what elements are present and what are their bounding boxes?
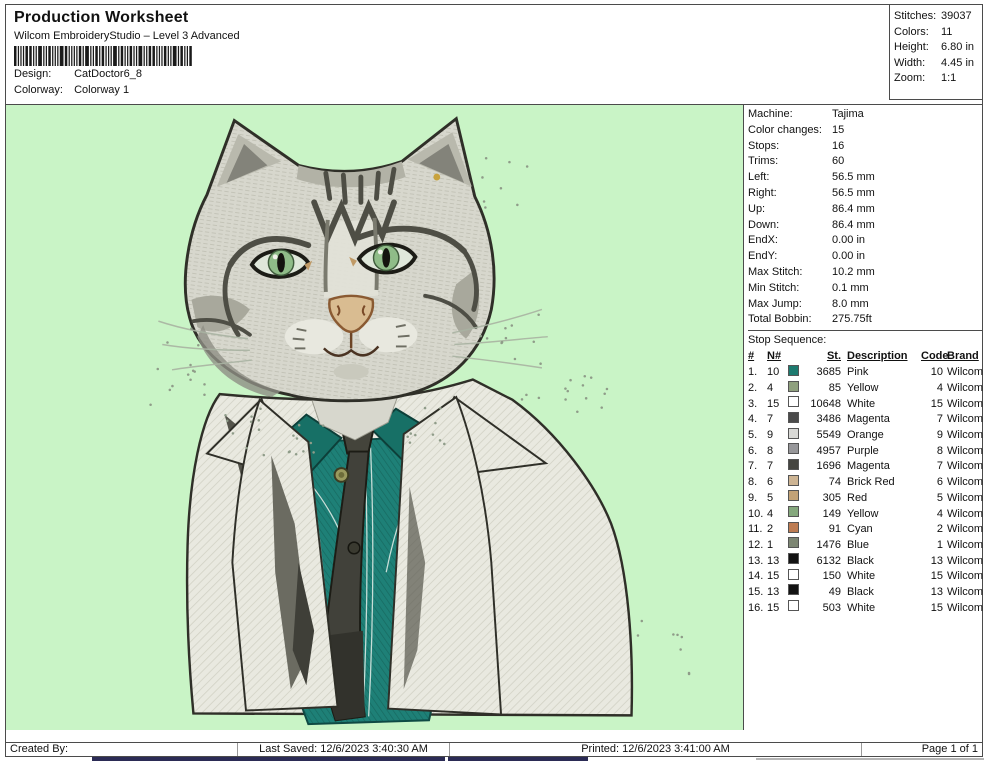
cat-doctor-design [6, 105, 743, 730]
thread-color-swatch [788, 490, 799, 501]
thread-color-swatch [788, 475, 799, 486]
page-number-cell: Page 1 of 1 [862, 743, 982, 756]
machine-info-row: Total Bobbin: 275.75ft [748, 312, 983, 328]
stop-sequence-row: 9. 5 305 Red 5 Wilcom [748, 490, 983, 506]
footer-shadow-bar [448, 757, 588, 761]
stop-sequence-title: Stop Sequence: [748, 333, 983, 348]
machine-info-row: Min Stitch: 0.1 mm [748, 281, 983, 297]
stop-sequence-row: 15. 13 49 Black 13 Wilcom [748, 584, 983, 600]
worksheet-body: Machine: Tajima Color changes: 15 Stops:… [6, 104, 982, 730]
machine-info-row: Color changes: 15 [748, 123, 983, 139]
machine-info-row: Left: 56.5 mm [748, 170, 983, 186]
machine-info-row: Up: 86.4 mm [748, 202, 983, 218]
thread-color-swatch [788, 584, 799, 595]
page-title: Production Worksheet [14, 9, 881, 27]
thread-color-swatch [788, 600, 799, 611]
stop-sequence-row: 16. 15 503 White 15 Wilcom [748, 600, 983, 616]
machine-info-row: Max Stitch: 10.2 mm [748, 265, 983, 281]
machine-info-panel: Machine: Tajima Color changes: 15 Stops:… [743, 105, 986, 730]
stop-sequence-row: 13. 13 6132 Black 13 Wilcom [748, 553, 983, 569]
thread-color-swatch [788, 412, 799, 423]
design-label: Design: [14, 66, 71, 82]
stat-row: Zoom: 1:1 [894, 71, 979, 87]
stop-sequence-row: 1. 10 3685 Pink 10 Wilcom [748, 365, 983, 381]
stop-sequence-row: 4. 7 3486 Magenta 7 Wilcom [748, 412, 983, 428]
stop-sequence-row: 3. 15 10648 White 15 Wilcom [748, 396, 983, 412]
colorway-value: Colorway 1 [74, 84, 129, 96]
footer-shadow-bar [756, 758, 984, 760]
thread-color-swatch [788, 428, 799, 439]
thread-color-swatch [788, 553, 799, 564]
stop-sequence-row: 7. 7 1696 Magenta 7 Wilcom [748, 459, 983, 475]
footer-shadow-bar [92, 757, 445, 761]
machine-info-row: EndY: 0.00 in [748, 249, 983, 265]
stop-sequence-header-row: # N# St. Description Code Brand [748, 349, 983, 365]
machine-info-row: Stops: 16 [748, 139, 983, 155]
stop-sequence-row: 8. 6 74 Brick Red 6 Wilcom [748, 475, 983, 491]
app-subtitle: Wilcom EmbroideryStudio – Level 3 Advanc… [14, 30, 881, 42]
stop-sequence-section: Stop Sequence: # N# St. Description Code… [748, 330, 983, 616]
machine-info-row: Max Jump: 8.0 mm [748, 297, 983, 313]
stop-sequence-table: # N# St. Description Code Brand 1. [748, 349, 983, 616]
colorway-row: Colorway: Colorway 1 [14, 82, 881, 98]
machine-info-row: Trims: 60 [748, 154, 983, 170]
design-canvas [6, 105, 743, 730]
thread-color-swatch [788, 396, 799, 407]
stat-row: Colors: 11 [894, 25, 979, 41]
machine-info-row: EndX: 0.00 in [748, 233, 983, 249]
thread-color-swatch [788, 443, 799, 454]
stop-sequence-row: 12. 1 1476 Blue 1 Wilcom [748, 537, 983, 553]
design-name-row: Design: CatDoctor6_8 [14, 66, 881, 82]
machine-info-row: Right: 56.5 mm [748, 186, 983, 202]
thread-color-swatch [788, 381, 799, 392]
header-left: Production Worksheet Wilcom EmbroiderySt… [6, 5, 889, 104]
worksheet-header: Production Worksheet Wilcom EmbroiderySt… [6, 5, 982, 104]
thread-color-swatch [788, 365, 799, 376]
stop-sequence-row: 14. 15 150 White 15 Wilcom [748, 569, 983, 585]
machine-info-rows: Machine: Tajima Color changes: 15 Stops:… [748, 107, 983, 328]
design-barcode [14, 46, 192, 66]
thread-color-swatch [788, 506, 799, 517]
thread-color-swatch [788, 522, 799, 533]
stop-sequence-row: 10. 4 149 Yellow 4 Wilcom [748, 506, 983, 522]
worksheet-footer: Created By: Last Saved: 12/6/2023 3:40:3… [6, 742, 982, 756]
machine-info-row: Down: 86.4 mm [748, 218, 983, 234]
stat-row: Height: 6.80 in [894, 40, 979, 56]
stat-row: Stitches: 39037 [894, 9, 979, 25]
stop-sequence-row: 11. 2 91 Cyan 2 Wilcom [748, 522, 983, 538]
stop-sequence-row: 2. 4 85 Yellow 4 Wilcom [748, 381, 983, 397]
machine-info-row: Machine: Tajima [748, 107, 983, 123]
created-by-cell: Created By: [6, 743, 238, 756]
thread-color-swatch [788, 537, 799, 548]
production-worksheet-page: Production Worksheet Wilcom EmbroiderySt… [5, 4, 983, 757]
stop-sequence-row: 5. 9 5549 Orange 9 Wilcom [748, 428, 983, 444]
stat-row: Width: 4.45 in [894, 56, 979, 72]
design-value: CatDoctor6_8 [74, 68, 142, 80]
stop-sequence-row: 6. 8 4957 Purple 8 Wilcom [748, 443, 983, 459]
thread-color-swatch [788, 569, 799, 580]
cat-head [158, 119, 547, 401]
last-saved-cell: Last Saved: 12/6/2023 3:40:30 AM [238, 743, 450, 756]
colorway-label: Colorway: [14, 82, 71, 98]
printed-cell: Printed: 12/6/2023 3:41:00 AM [450, 743, 862, 756]
thread-color-swatch [788, 459, 799, 470]
stop-sequence-rows: 1. 10 3685 Pink 10 Wilcom 2. [748, 365, 983, 616]
design-stats-box: Stitches: 39037 Colors: 11 Height: 6.80 … [889, 5, 982, 100]
